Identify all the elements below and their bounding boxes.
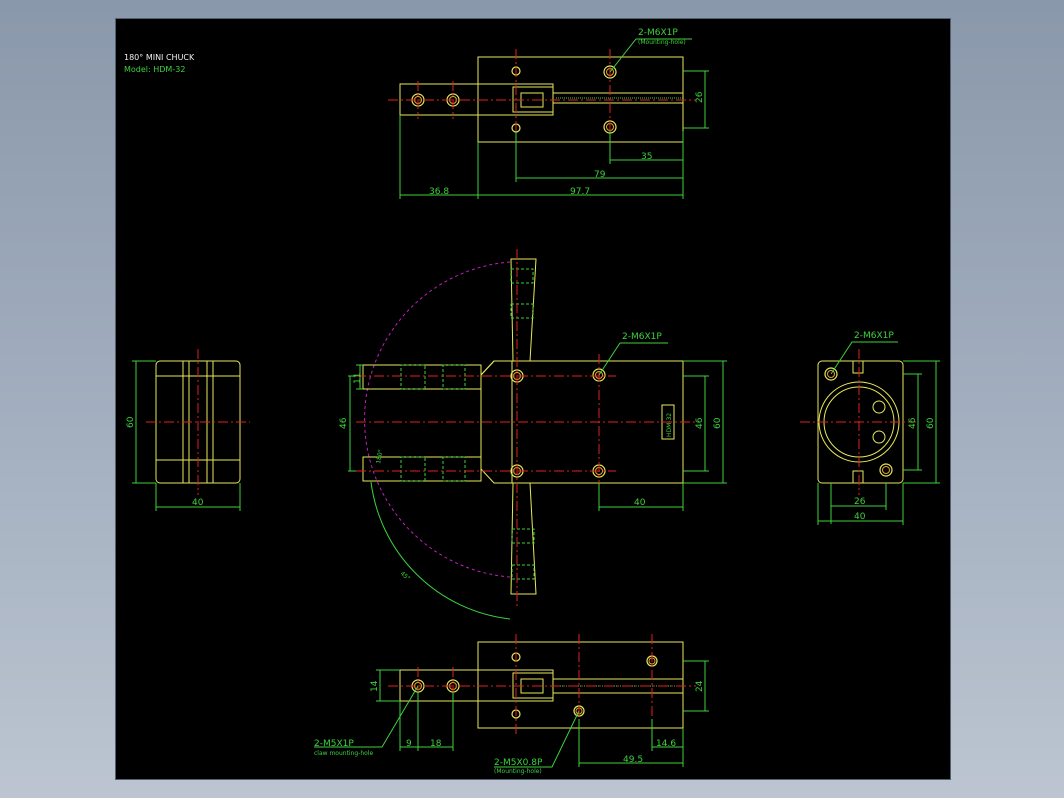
front-arc-label: 45°	[399, 570, 412, 582]
right-view: 2-M6X1P 46 60 26 40	[800, 331, 940, 525]
bottom-dim-49-5: 49.5	[623, 755, 643, 765]
top-dim-97-7: 97.7	[570, 187, 590, 197]
cad-drawing: 180° MINI CHUCK Model: HDM-32 2-M6X1P (M…	[124, 28, 940, 775]
front-dim-60: 60	[713, 417, 723, 429]
drawing-model: Model: HDM-32	[124, 65, 185, 74]
top-callout-sub: (Mounting-hole)	[638, 39, 686, 46]
top-dim-79: 79	[594, 170, 606, 180]
bottom-dim-14: 14	[370, 680, 380, 692]
top-dim-26: 26	[695, 91, 705, 103]
right-dim-60: 60	[926, 417, 936, 429]
front-claw-down	[510, 482, 537, 595]
bottom-view: 14 24 9 18 14.6 49.5 2-M5X1P claw mounti…	[314, 634, 709, 775]
front-angle-arc	[370, 481, 511, 620]
top-jaw	[399, 83, 554, 116]
front-claw-upper	[362, 364, 482, 390]
front-rotation-label: 180°	[375, 449, 384, 464]
top-callout: 2-M6X1P	[638, 28, 678, 38]
front-dim-40: 40	[634, 498, 646, 508]
bottom-callout-right: 2-M5X0.8P	[494, 758, 543, 768]
right-dim-46: 46	[908, 417, 918, 429]
bottom-callout-right-sub: (Mounting-hole)	[494, 768, 542, 775]
front-callout: 2-M6X1P	[622, 332, 662, 342]
front-dim-11: 11	[353, 373, 363, 384]
front-rotation-arc	[364, 261, 511, 578]
front-label-tag: HDM-32	[666, 413, 673, 437]
top-dim-35: 35	[641, 152, 652, 162]
front-dim-46-left: 46	[339, 417, 349, 429]
top-view: 2-M6X1P (Mounting-hole) 26 35 79 36.8 97…	[388, 28, 709, 199]
left-dim-60: 60	[126, 416, 136, 428]
right-callout: 2-M6X1P	[854, 331, 894, 341]
drawing-title: 180° MINI CHUCK	[124, 53, 195, 62]
bottom-jaw	[399, 669, 554, 702]
bottom-dim-9: 9	[406, 739, 412, 749]
bottom-callout-left: 2-M5X1P	[314, 739, 354, 749]
left-view: 60 40	[126, 349, 250, 511]
top-body	[477, 56, 684, 143]
right-dim-40: 40	[854, 512, 866, 522]
left-dim-40: 40	[192, 498, 204, 508]
top-dim-36-8: 36.8	[429, 187, 449, 197]
right-mount-hole-2	[879, 463, 893, 477]
front-claw-up	[510, 258, 537, 362]
bottom-callout-left-sub: claw mounting-hole	[314, 750, 374, 757]
front-dim-46-right: 46	[695, 417, 705, 429]
bottom-dim-24: 24	[695, 680, 705, 692]
bottom-dim-14-6: 14.6	[656, 739, 676, 749]
bottom-dim-18: 18	[430, 739, 442, 749]
cad-drawing-canvas[interactable]: 180° MINI CHUCK Model: HDM-32 2-M6X1P (M…	[115, 18, 951, 780]
front-view: HDM-32 2-M6X1P 11 46 180° 45° 46 60 40	[339, 249, 727, 620]
right-dim-26: 26	[854, 497, 866, 507]
